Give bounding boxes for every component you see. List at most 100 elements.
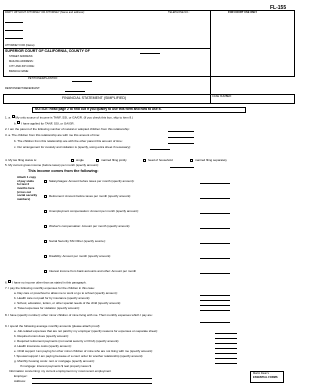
item-9-d: d. Health insurance costs (specify amoun… — [14, 344, 72, 348]
item-3-b-text: b. The children from this relationship a… — [14, 139, 123, 143]
title-box — [3, 94, 295, 104]
item-6-checkbox[interactable] — [8, 280, 12, 284]
item-9-b: b. Required union dues (specify amount): — [14, 334, 69, 338]
item-9-mortgage: If mortgage: interest payments $ real pr… — [20, 364, 92, 368]
respondent-label: RESPONDENT/DEFENDANT: — [5, 87, 41, 90]
tax-single-label: single — [76, 158, 84, 162]
address-label: Address: — [14, 379, 26, 383]
item-7-b-field[interactable] — [200, 300, 230, 301]
item-7-a: a. Day care or preschool to allow me to … — [14, 291, 118, 295]
tax-separate-label: married filing separately — [195, 158, 227, 162]
tax-single-checkbox[interactable] — [71, 159, 74, 162]
source-workers-comp-field[interactable] — [200, 228, 230, 229]
item-3-c-text: c. Our arrangement for custody and visit… — [14, 145, 132, 149]
source-disability-field[interactable] — [200, 258, 230, 259]
item-7-text: 7. I pay the following monthly expenses … — [5, 286, 95, 290]
branch-name-label: BRANCH NAME: — [9, 70, 29, 73]
item-9-c-field[interactable] — [215, 343, 237, 344]
item-7-d-field[interactable] — [200, 310, 230, 311]
mailing-address-label: MAILING ADDRESS: — [9, 60, 34, 63]
source-unemployment-label: Unemployment compensation: Amount per mo… — [49, 209, 139, 213]
item-8-field[interactable] — [200, 322, 230, 323]
item-9-e-field[interactable] — [215, 353, 237, 354]
court-use-label: FOR COURT USE ONLY — [228, 11, 258, 14]
item-9-text: 9. I spend the following average monthly… — [5, 324, 101, 328]
item-9-a-field[interactable] — [215, 333, 237, 334]
item-7-b: b. Health care not paid for by insurance… — [14, 296, 91, 300]
source-interest-field[interactable] — [200, 273, 230, 274]
source-disability-label: Disability: Amount per month (specify am… — [49, 254, 112, 258]
item-1-b-text: b. I have applied for TANF, SSI, or GA/G… — [14, 121, 75, 126]
city-zip-label: CITY AND ZIP CODE: — [9, 65, 35, 68]
phone-label: TELEPHONE NO.: — [168, 11, 190, 14]
case-number-label: CASE NUMBER: — [212, 95, 232, 98]
item-4-text: 4. My tax filing status is: — [5, 158, 37, 162]
tax-joint-label: married filing jointly — [101, 158, 127, 162]
item-6-text: 6. I have no income other than as stated… — [5, 280, 87, 285]
address-field[interactable] — [32, 383, 152, 384]
source-workers-comp-label: Worker's compensation: Amount per month … — [49, 224, 131, 228]
petitioner-line — [72, 81, 92, 82]
item-9-g-field[interactable] — [215, 363, 237, 364]
attach-note: Attach 1 copy of pay stubs for last 2 mo… — [17, 175, 38, 201]
court-title: SUPERIOR COURT OF CALIFORNIA, COUNTY OF — [5, 48, 90, 53]
item-9-d-field[interactable] — [215, 348, 237, 349]
employer-field[interactable] — [32, 378, 152, 379]
item-9-f-field[interactable] — [215, 358, 237, 359]
item-2-text: 2. I am the parent of the following numb… — [5, 127, 130, 131]
party-line-2 — [5, 30, 23, 31]
tax-hoh-checkbox[interactable] — [143, 159, 146, 162]
source-interest-label: Interest income from bank accounts and o… — [49, 269, 137, 273]
item-3-b-field[interactable] — [168, 143, 194, 144]
item-9-g: g. Monthly housing costs: rent or mortga… — [14, 359, 95, 363]
item-8-text: 8. I have (specify number): other minor … — [5, 313, 153, 317]
item-5-field[interactable] — [170, 167, 194, 168]
tax-joint-checkbox[interactable] — [96, 159, 99, 162]
respondent-line — [65, 91, 85, 92]
item-1-a-checkbox[interactable] — [11, 115, 15, 119]
header-divider — [210, 10, 211, 104]
item-7-c-field[interactable] — [200, 305, 230, 306]
source-social-security-field[interactable] — [200, 243, 230, 244]
source-social-security-label: Social Security SSI Other (specify sourc… — [49, 239, 106, 243]
item-9-c: c. Required retirement payments (not soc… — [14, 339, 120, 343]
street-address-label: STREET ADDRESS: — [9, 55, 34, 58]
petitioner-label: PETITIONER/PLAINTIFF: — [28, 77, 58, 80]
form-page: FL-155 PARTY WITHOUT ATTORNEY OR ATTORNE… — [0, 0, 298, 386]
tax-hoh-label: head of household — [148, 158, 173, 162]
employment-info-text: Information concerning: my current emplo… — [9, 369, 112, 373]
source-retirement-label: Retirement: Amount before taxes per mont… — [49, 194, 132, 198]
publisher-logo-bottom: ESSENTIAL FORMS — [253, 376, 278, 379]
source-workers-comp-checkbox[interactable] — [44, 225, 47, 228]
notice-text: NOTICE: Read page 2 to find out if you q… — [35, 107, 162, 112]
source-social-security-checkbox[interactable] — [44, 240, 47, 243]
tax-separate-checkbox[interactable] — [190, 159, 193, 162]
party-label: PARTY WITHOUT ATTORNEY OR ATTORNEY (Name… — [5, 11, 85, 14]
item-1-a-text: 1. a. My only source of income is TANF, … — [5, 115, 133, 120]
header-caption-box — [3, 10, 295, 77]
source-salary-checkbox[interactable] — [44, 180, 47, 183]
item-9-a: a. Job-related expenses that are not pai… — [14, 329, 158, 333]
item-9-f: f. Spousal support I am paying because o… — [14, 354, 144, 358]
source-unemployment-field[interactable] — [200, 213, 230, 214]
source-interest-checkbox[interactable] — [44, 270, 47, 273]
item-3-c-field[interactable] — [150, 149, 170, 150]
item-7-a-field[interactable] — [200, 295, 230, 296]
form-title: FINANCIAL STATEMENT (SIMPLIFIED) — [62, 96, 127, 100]
source-salary-field[interactable] — [200, 183, 230, 184]
item-3-a-field[interactable] — [168, 137, 194, 138]
party-line-1 — [5, 22, 23, 23]
item-9-b-field[interactable] — [215, 338, 237, 339]
item-7-d: d. Travel expenses for visitation (speci… — [14, 306, 80, 310]
source-disability-checkbox[interactable] — [44, 255, 47, 258]
item-5-subheading: This income comes from the following: — [28, 169, 99, 173]
party-line-3 — [5, 38, 23, 39]
source-unemployment-checkbox[interactable] — [44, 210, 47, 213]
item-7-c: c. School, education, tuition, or other … — [14, 301, 122, 305]
source-salary-label: Salary/wages: Amount before taxes per mo… — [49, 179, 135, 183]
item-3-a-text: 3. a. The children from this relationshi… — [5, 133, 100, 137]
source-retirement-checkbox[interactable] — [44, 195, 47, 198]
item-2-field[interactable] — [168, 131, 194, 132]
source-retirement-field[interactable] — [200, 198, 230, 199]
item-1-b-checkbox[interactable] — [17, 121, 21, 125]
